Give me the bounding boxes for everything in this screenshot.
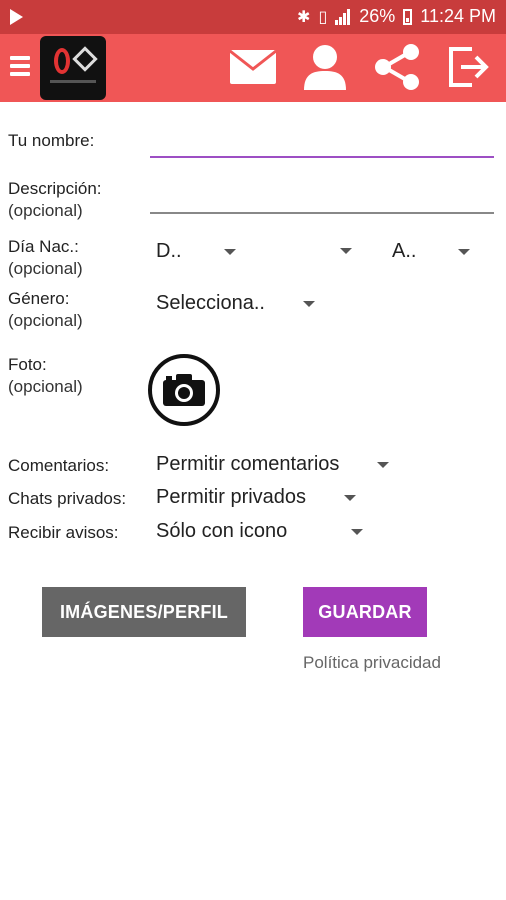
birth-day-select[interactable]: D.. — [156, 240, 236, 263]
clock: 11:24 PM — [420, 6, 496, 26]
photo-label-group: Foto: (opcional) — [8, 354, 83, 398]
private-chats-label: Chats privados: — [8, 489, 127, 508]
logout-icon[interactable] — [444, 42, 494, 92]
photo-label: Foto: — [8, 355, 47, 374]
battery-percent: 26% — [359, 6, 396, 26]
profile-icon[interactable] — [300, 42, 350, 92]
chevron-down-icon — [302, 300, 315, 307]
name-input[interactable] — [150, 126, 494, 158]
chevron-down-icon — [344, 494, 357, 501]
description-optional: (opcional) — [8, 201, 83, 220]
birth-label: Día Nac.: — [8, 237, 79, 256]
vibrate-icon: ▯ — [318, 8, 328, 26]
app-logo — [40, 36, 106, 100]
play-notification-icon — [10, 9, 23, 25]
chevron-down-icon — [223, 248, 236, 255]
comments-value: Permitir comentarios — [156, 453, 340, 475]
birth-label-group: Día Nac.: (opcional) — [8, 236, 83, 280]
battery-icon — [403, 8, 413, 25]
gender-value: Selecciona.. — [156, 292, 265, 314]
status-icons: ✱ ▯ 26% 11:24 PM — [297, 6, 496, 27]
images-profile-button[interactable]: IMÁGENES/PERFIL — [42, 587, 246, 637]
chevron-down-icon — [340, 248, 352, 254]
mail-icon[interactable] — [228, 42, 278, 92]
gender-optional: (opcional) — [8, 311, 83, 330]
birth-optional: (opcional) — [8, 259, 83, 278]
save-button[interactable]: GUARDAR — [303, 587, 427, 637]
comments-label: Comentarios: — [8, 456, 110, 475]
chevron-down-icon — [458, 248, 471, 255]
share-icon[interactable] — [372, 42, 422, 92]
comments-select[interactable]: Permitir comentarios — [156, 453, 390, 476]
notifications-select[interactable]: Sólo con icono — [156, 520, 364, 543]
menu-icon[interactable] — [10, 56, 30, 80]
privacy-policy-link[interactable]: Política privacidad — [303, 653, 441, 673]
birth-year-select[interactable]: A.. — [392, 240, 471, 263]
chevron-down-icon — [351, 528, 364, 535]
private-chats-select[interactable]: Permitir privados — [156, 486, 357, 509]
bluetooth-icon: ✱ — [297, 8, 311, 26]
signal-icon — [335, 8, 351, 25]
gender-select[interactable]: Selecciona.. — [156, 292, 315, 315]
name-label: Tu nombre: — [8, 131, 95, 150]
birth-month-select[interactable] — [340, 248, 352, 254]
notifications-value: Sólo con icono — [156, 520, 288, 542]
gender-label-group: Género: (opcional) — [8, 288, 83, 332]
camera-icon[interactable] — [148, 354, 220, 426]
description-label: Descripción: — [8, 179, 102, 198]
notifications-label: Recibir avisos: — [8, 523, 119, 542]
description-label-group: Descripción: (opcional) — [8, 178, 102, 222]
photo-optional: (opcional) — [8, 377, 83, 396]
chevron-down-icon — [377, 461, 390, 468]
description-input[interactable] — [150, 182, 494, 214]
private-chats-value: Permitir privados — [156, 486, 307, 508]
birth-year-value: A.. — [392, 240, 417, 262]
status-bar: ✱ ▯ 26% 11:24 PM — [0, 0, 506, 34]
app-bar — [0, 34, 506, 102]
gender-label: Género: — [8, 289, 70, 308]
birth-day-value: D.. — [156, 240, 182, 262]
